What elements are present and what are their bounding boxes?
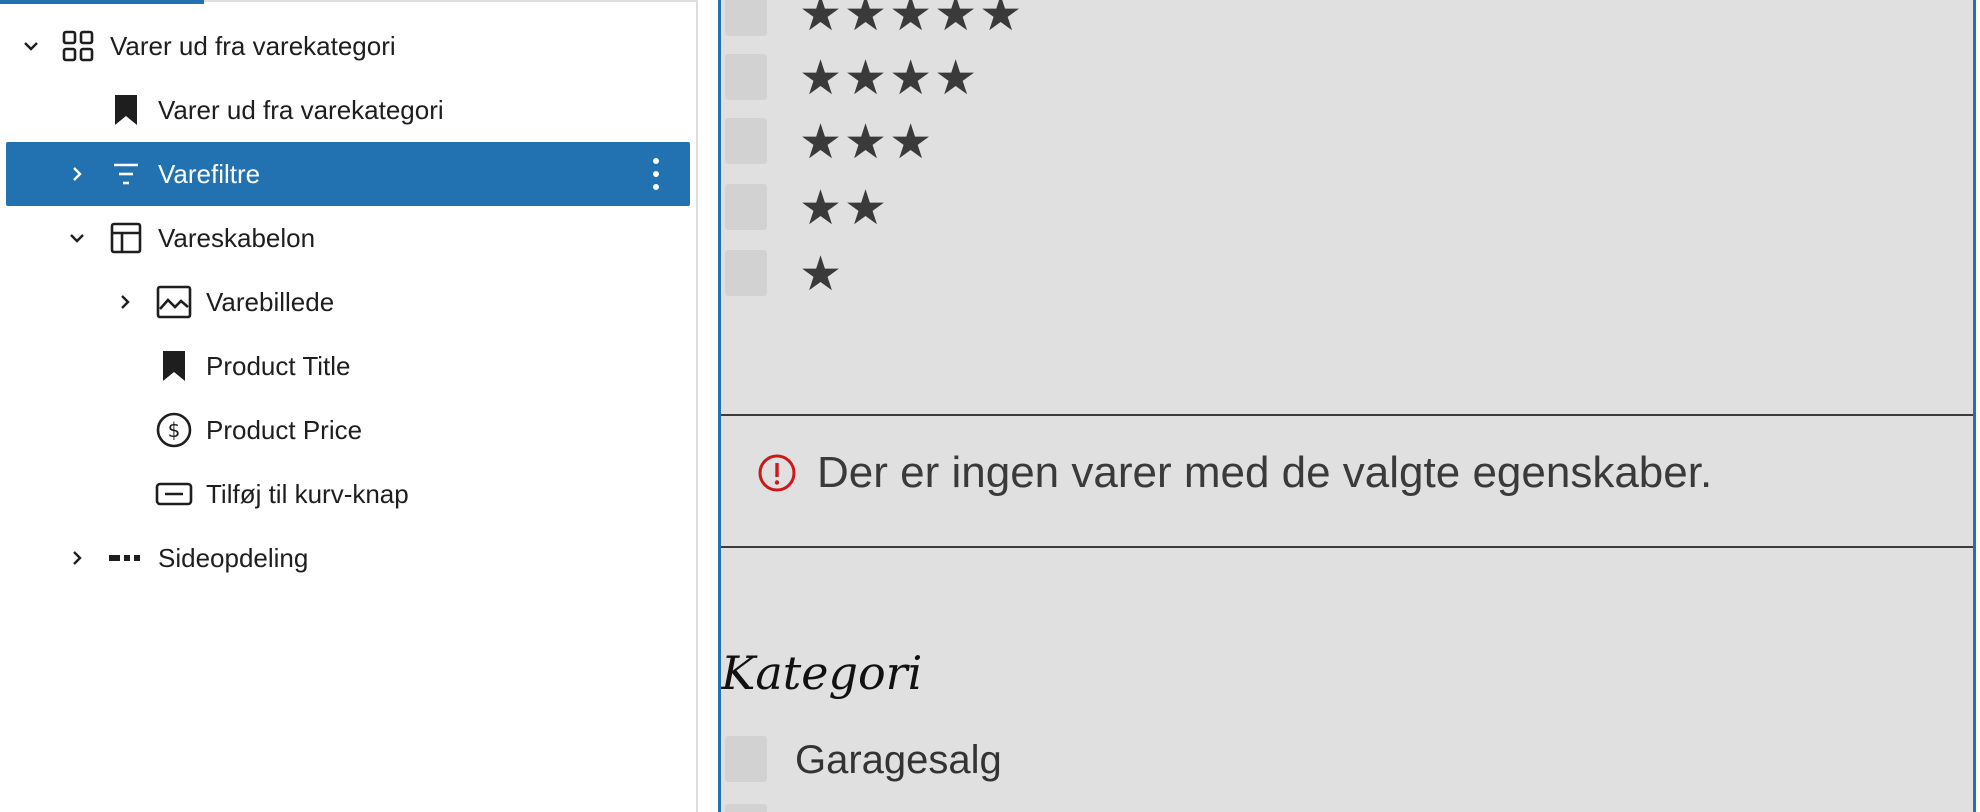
button-icon xyxy=(154,474,194,514)
list-item-varebillede[interactable]: Varebillede xyxy=(6,270,690,334)
list-item-label: Sideopdeling xyxy=(158,542,309,573)
list-item-vareskabelon[interactable]: Vareskabelon xyxy=(6,206,690,270)
list-item-label: Vareskabelon xyxy=(158,222,316,253)
list-item-label: Varefiltre xyxy=(158,158,261,189)
list-item-product-price[interactable]: $ Product Price xyxy=(6,398,690,462)
list-view-panel: Varer ud fra varekategori Varer ud fra v… xyxy=(0,0,698,812)
image-icon xyxy=(154,282,194,322)
chevron-right-icon[interactable] xyxy=(62,543,92,573)
svg-text:$: $ xyxy=(168,418,181,442)
chevron-right-icon[interactable] xyxy=(62,159,92,189)
separator xyxy=(721,546,1973,548)
rating-checkbox[interactable] xyxy=(725,0,767,36)
rating-checkbox[interactable] xyxy=(725,250,767,296)
list-item-label: Varer ud fra varekategori xyxy=(110,30,396,61)
list-item-label: Product Title xyxy=(206,350,351,381)
rating-stars: ★★★★★ xyxy=(799,0,1025,42)
chevron-right-icon[interactable] xyxy=(110,287,140,317)
list-item-label: Tilføj til kurv-knap xyxy=(206,478,409,509)
category-checkbox[interactable] xyxy=(725,804,767,812)
list-item-product-title[interactable]: Product Title xyxy=(6,334,690,398)
list-item-label: Varebillede xyxy=(206,286,335,317)
layout-icon xyxy=(106,218,146,258)
rating-stars: ★★ xyxy=(799,180,890,236)
list-item-label: Varer ud fra varekategori xyxy=(158,94,444,125)
chevron-down-icon[interactable] xyxy=(62,223,92,253)
rating-checkbox[interactable] xyxy=(725,184,767,230)
dollar-circle-icon: $ xyxy=(154,410,194,450)
category-filter-title: Kategori xyxy=(721,646,923,700)
list-item-label: Product Price xyxy=(206,414,363,445)
pagination-icon xyxy=(106,538,146,578)
notice-text: Der er ingen varer med de valgte egenska… xyxy=(817,448,1713,497)
list-item-varefiltre[interactable]: Varefiltre xyxy=(6,142,690,206)
active-tab-underline xyxy=(0,0,204,4)
rating-checkbox[interactable] xyxy=(725,54,767,100)
no-products-notice: Der er ingen varer med de valgte egenska… xyxy=(757,448,1712,498)
list-item-sideopdeling[interactable]: Sideopdeling xyxy=(6,526,690,590)
rating-checkbox[interactable] xyxy=(725,118,767,164)
rating-stars: ★ xyxy=(799,246,845,302)
filter-icon xyxy=(106,154,146,194)
rating-stars: ★★★★ xyxy=(799,50,980,106)
category-label: Garagesalg xyxy=(795,738,1002,782)
grid-icon xyxy=(58,26,98,66)
list-item-varer-ud-fra-varekategori[interactable]: Varer ud fra varekategori xyxy=(6,14,690,78)
bookmark-icon xyxy=(154,346,194,386)
more-vertical-icon[interactable] xyxy=(644,154,668,194)
rating-stars: ★★★ xyxy=(799,114,935,170)
list-view-tab-indicator xyxy=(0,0,698,4)
category-checkbox[interactable] xyxy=(725,736,767,782)
list-item-add-to-cart-button[interactable]: Tilføj til kurv-knap xyxy=(6,462,690,526)
list-item-collection-title[interactable]: Varer ud fra varekategori xyxy=(6,78,690,142)
separator xyxy=(721,414,1973,416)
warning-circle-icon xyxy=(757,453,797,493)
bookmark-icon xyxy=(106,90,146,130)
chevron-down-icon[interactable] xyxy=(16,31,46,61)
editor-canvas-product-filters[interactable]: ★★★★★ ★★★★ ★★★ ★★ ★ Der er ingen varer m… xyxy=(718,0,1976,812)
